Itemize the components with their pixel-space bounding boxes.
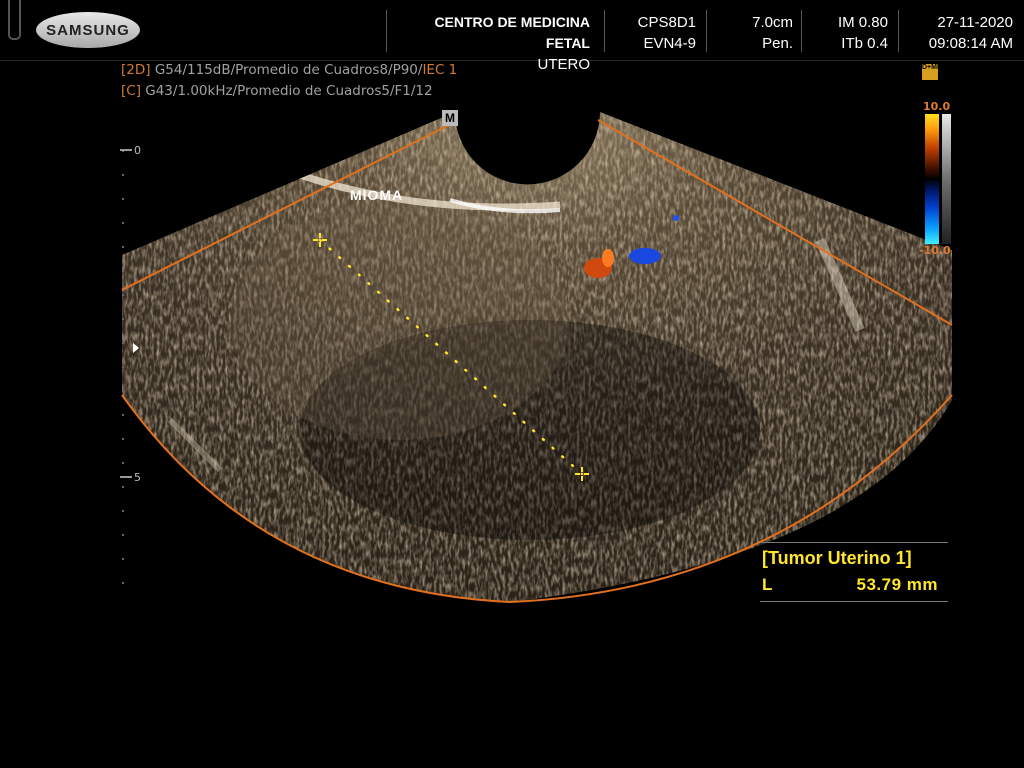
colorbar-min: -10.0 — [919, 244, 951, 257]
orientation-marker: M — [442, 110, 458, 126]
measurement-param: L — [762, 575, 773, 594]
depth-label-5: 5 — [134, 471, 141, 484]
measurement-result: [Tumor Uterino 1] L 53.79 mm — [760, 542, 948, 602]
doppler-flow-red — [602, 249, 614, 267]
measurement-value: 53.79 mm — [856, 575, 938, 594]
measurement-title: [Tumor Uterino 1] — [762, 548, 912, 568]
doppler-flow-blue — [629, 248, 661, 264]
doppler-flow-blue — [673, 215, 679, 221]
depth-label-0: 0 — [134, 144, 141, 157]
mr-icon: D+MR — [922, 64, 942, 80]
annotation-label: MIOMA — [350, 187, 404, 203]
ultrasound-sector — [120, 112, 953, 604]
doppler-colorbar — [925, 114, 939, 244]
gray-colorbar — [942, 114, 951, 244]
colorbar-max: 10.0 — [923, 100, 951, 113]
